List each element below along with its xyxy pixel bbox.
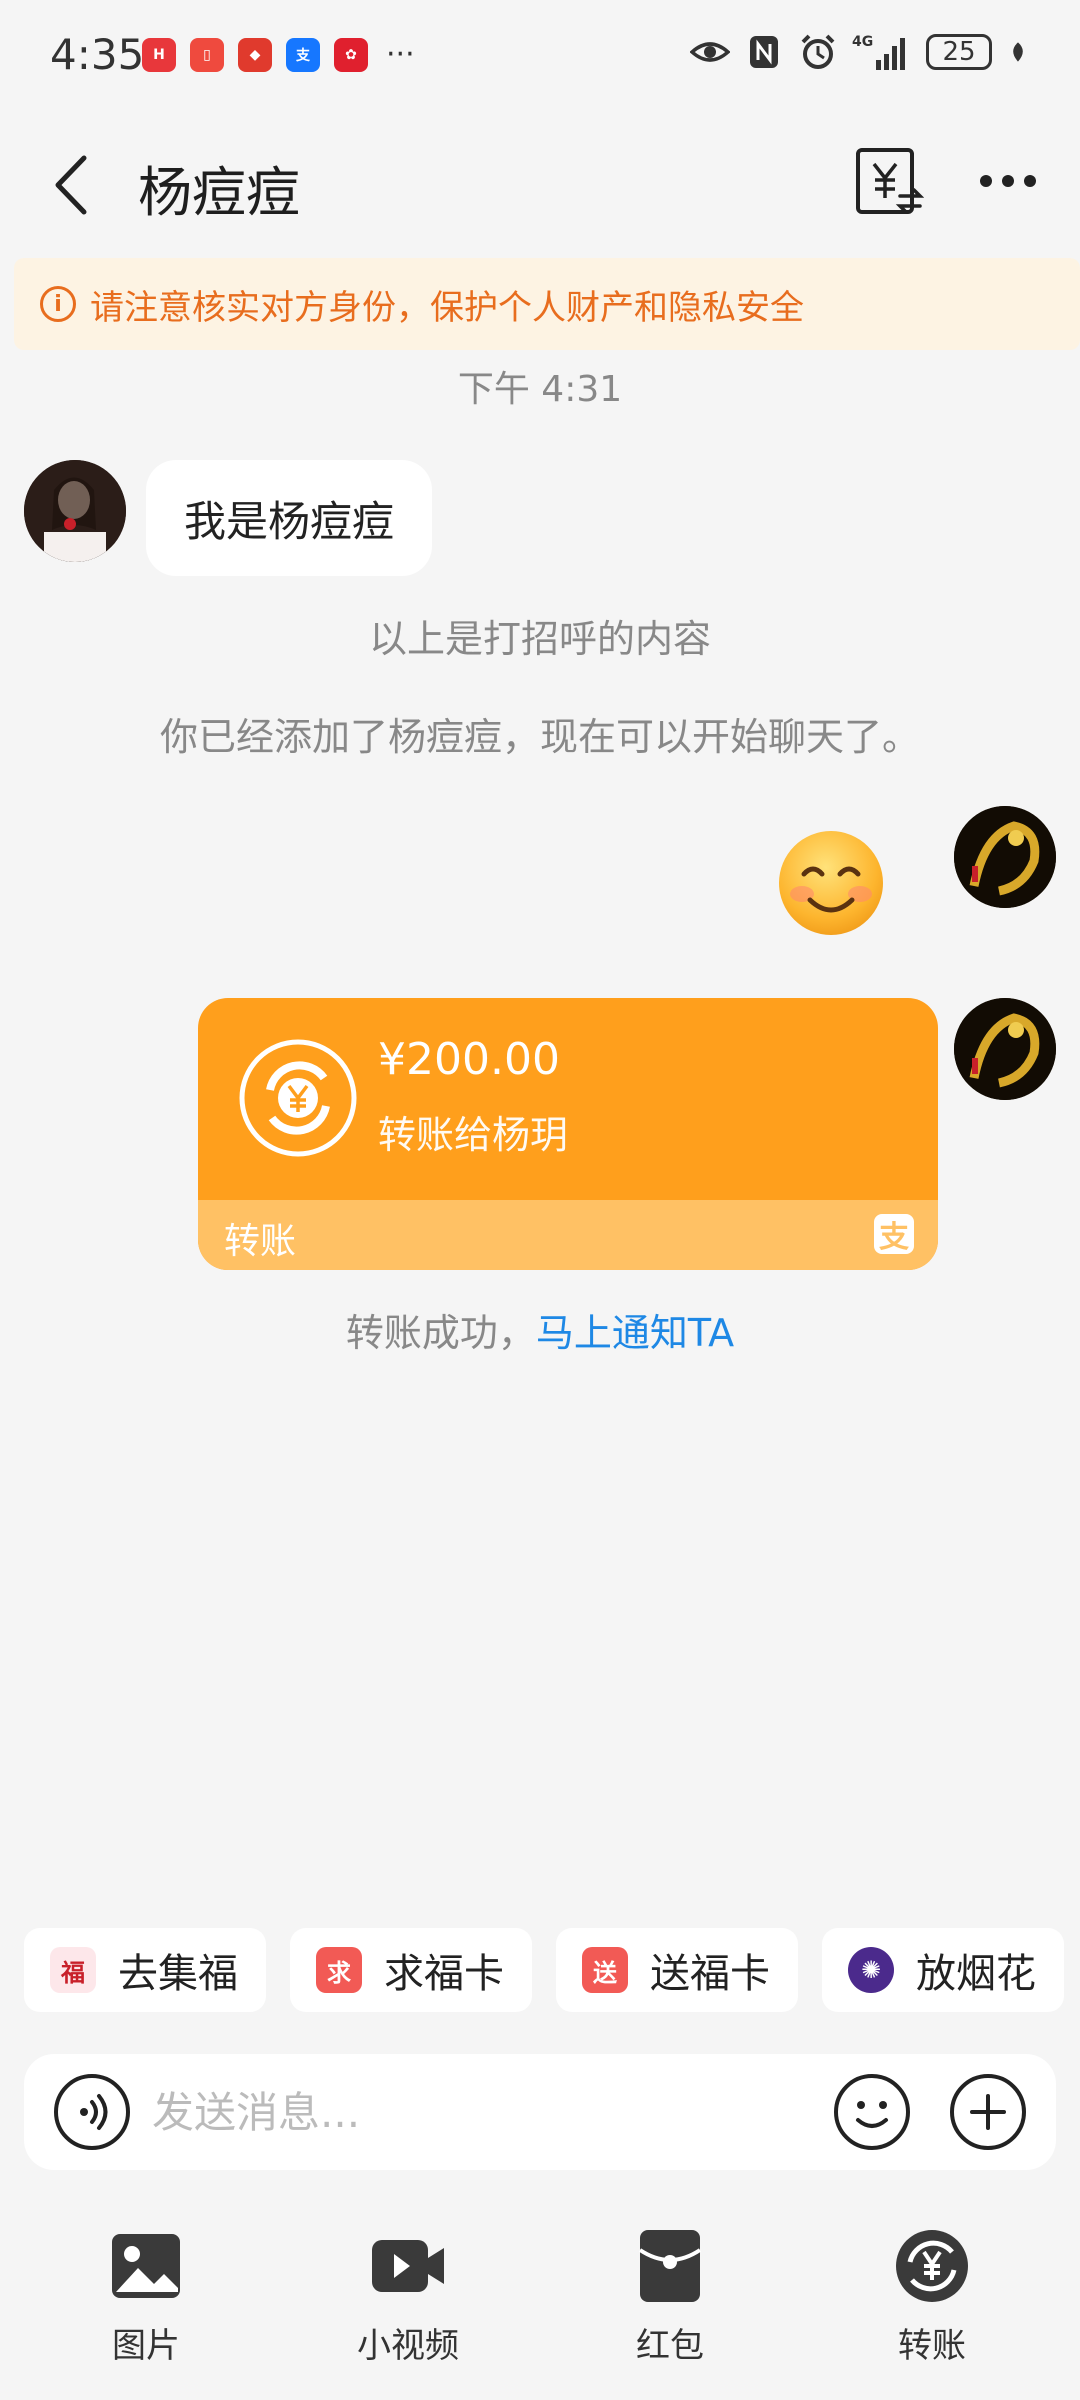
red-packet-icon [638,2230,702,2302]
message-input[interactable] [152,2082,812,2142]
toolbar-transfer-label: 转账 [898,2326,966,2366]
video-icon [372,2240,444,2292]
toolbar-photo[interactable]: 图片 [66,2226,226,2367]
status-bar: 4:35 H ▯ ◆ 支 ✿ ··· 4G 25 [0,0,1080,110]
status-right: 4G 25 [690,32,1030,72]
transfer-card-footer: 转账 支 [198,1200,938,1270]
dragon-avatar-image [954,998,1056,1100]
toolbar-photo-label: 图片 [112,2326,180,2366]
toolbar-red-packet[interactable]: 红包 [590,2226,750,2367]
notify-link[interactable]: 马上通知TA [536,1311,734,1355]
more-actions-plus-icon[interactable] [948,2072,1028,2152]
game-app-icon: ◆ [238,38,272,72]
nfc-icon [750,36,778,68]
toolbar-transfer[interactable]: 转账 [852,2226,1012,2367]
quick-action-ask-fu-card[interactable]: 求 求福卡 [290,1928,532,2012]
smiling-face-emoji-icon[interactable] [776,828,886,938]
transfer-card[interactable]: ¥200.00 转账给杨玥 转账 支 [198,998,938,1270]
transfer-yuan-icon [896,2230,968,2302]
svg-text:4G: 4G [852,34,873,50]
message-timestamp: 下午 4:31 [457,369,623,410]
greeting-system-message: 以上是打招呼的内容 [368,617,711,661]
my-avatar[interactable] [954,806,1056,908]
quick-actions-bar: 福 去集福 求 求福卡 送 送福卡 ✺ 放烟花 [24,1928,1064,2012]
my-avatar[interactable] [954,998,1056,1100]
alipay-icon: 支 [874,1214,914,1255]
qiu-icon: 求 [316,1947,362,1993]
message-input-bar [24,2054,1056,2170]
quick-action-label: 去集福 [118,1951,238,1997]
warning-text: 请注意核实对方身份，保护个人财产和隐私安全 [90,287,804,328]
notification-icons: H ▯ ◆ 支 ✿ ··· [142,38,415,72]
battery-level: 25 [926,34,992,70]
fu-app-icon: ✿ [334,38,368,72]
toolbar-video[interactable]: 小视频 [328,2226,488,2367]
transfer-yuan-icon [239,1039,357,1157]
more-notifications-icon: ··· [386,37,415,72]
info-icon: i [40,286,76,322]
eye-icon [690,42,730,62]
chat-title: 杨痘痘 [138,161,300,224]
quick-action-fireworks[interactable]: ✺ 放烟花 [822,1928,1064,2012]
transfer-description: 转账给杨玥 [378,1113,569,1157]
toolbar-video-label: 小视频 [357,2326,459,2366]
dragon-avatar-image [954,806,1056,908]
friend-added-system-message: 你已经添加了杨痘痘，现在可以开始聊天了。 [159,715,920,759]
transfer-amount: ¥200.00 [378,1034,560,1085]
image-icon [112,2234,180,2298]
leaf-icon [1013,42,1023,62]
transfer-record-icon[interactable] [852,146,924,218]
signal-icon: 4G [852,34,905,70]
back-arrow-icon[interactable] [44,150,104,220]
emoji-picker-icon[interactable] [832,2072,912,2152]
more-options-icon[interactable] [978,166,1038,196]
bottom-toolbar: 图片 小视频 红包 转账 [0,2226,1080,2376]
toolbar-red-packet-label: 红包 [636,2326,704,2366]
quick-action-collect-fu[interactable]: 福 去集福 [24,1928,266,2012]
quick-action-send-fu-card[interactable]: 送 送福卡 [556,1928,798,2012]
voice-input-icon[interactable] [52,2072,132,2152]
huawei-app-icon: H [142,38,176,72]
fu-icon: 福 [50,1947,96,1993]
security-warning-banner: i 请注意核实对方身份，保护个人财产和隐私安全 [14,258,1080,350]
transfer-card-label: 转账 [224,1221,297,1262]
transfer-status: 转账成功，马上通知TA [0,1302,1080,1357]
song-icon: 送 [582,1947,628,1993]
quick-action-label: 求福卡 [384,1951,504,1997]
status-time: 4:35 [50,30,145,79]
chat-header: 杨痘痘 [0,130,1080,240]
incoming-message-bubble[interactable]: 我是杨痘痘 [146,460,433,576]
alarm-icon [801,34,835,69]
transfer-status-text: 转账成功， [345,1311,536,1355]
alipay-app-icon: 支 [286,38,320,72]
quick-action-label: 放烟花 [916,1951,1036,1997]
book-app-icon: ▯ [190,38,224,72]
contact-avatar[interactable] [24,460,126,562]
quick-action-label: 送福卡 [650,1951,770,1997]
fireworks-icon: ✺ [848,1947,894,1993]
contact-avatar-image [24,460,126,562]
